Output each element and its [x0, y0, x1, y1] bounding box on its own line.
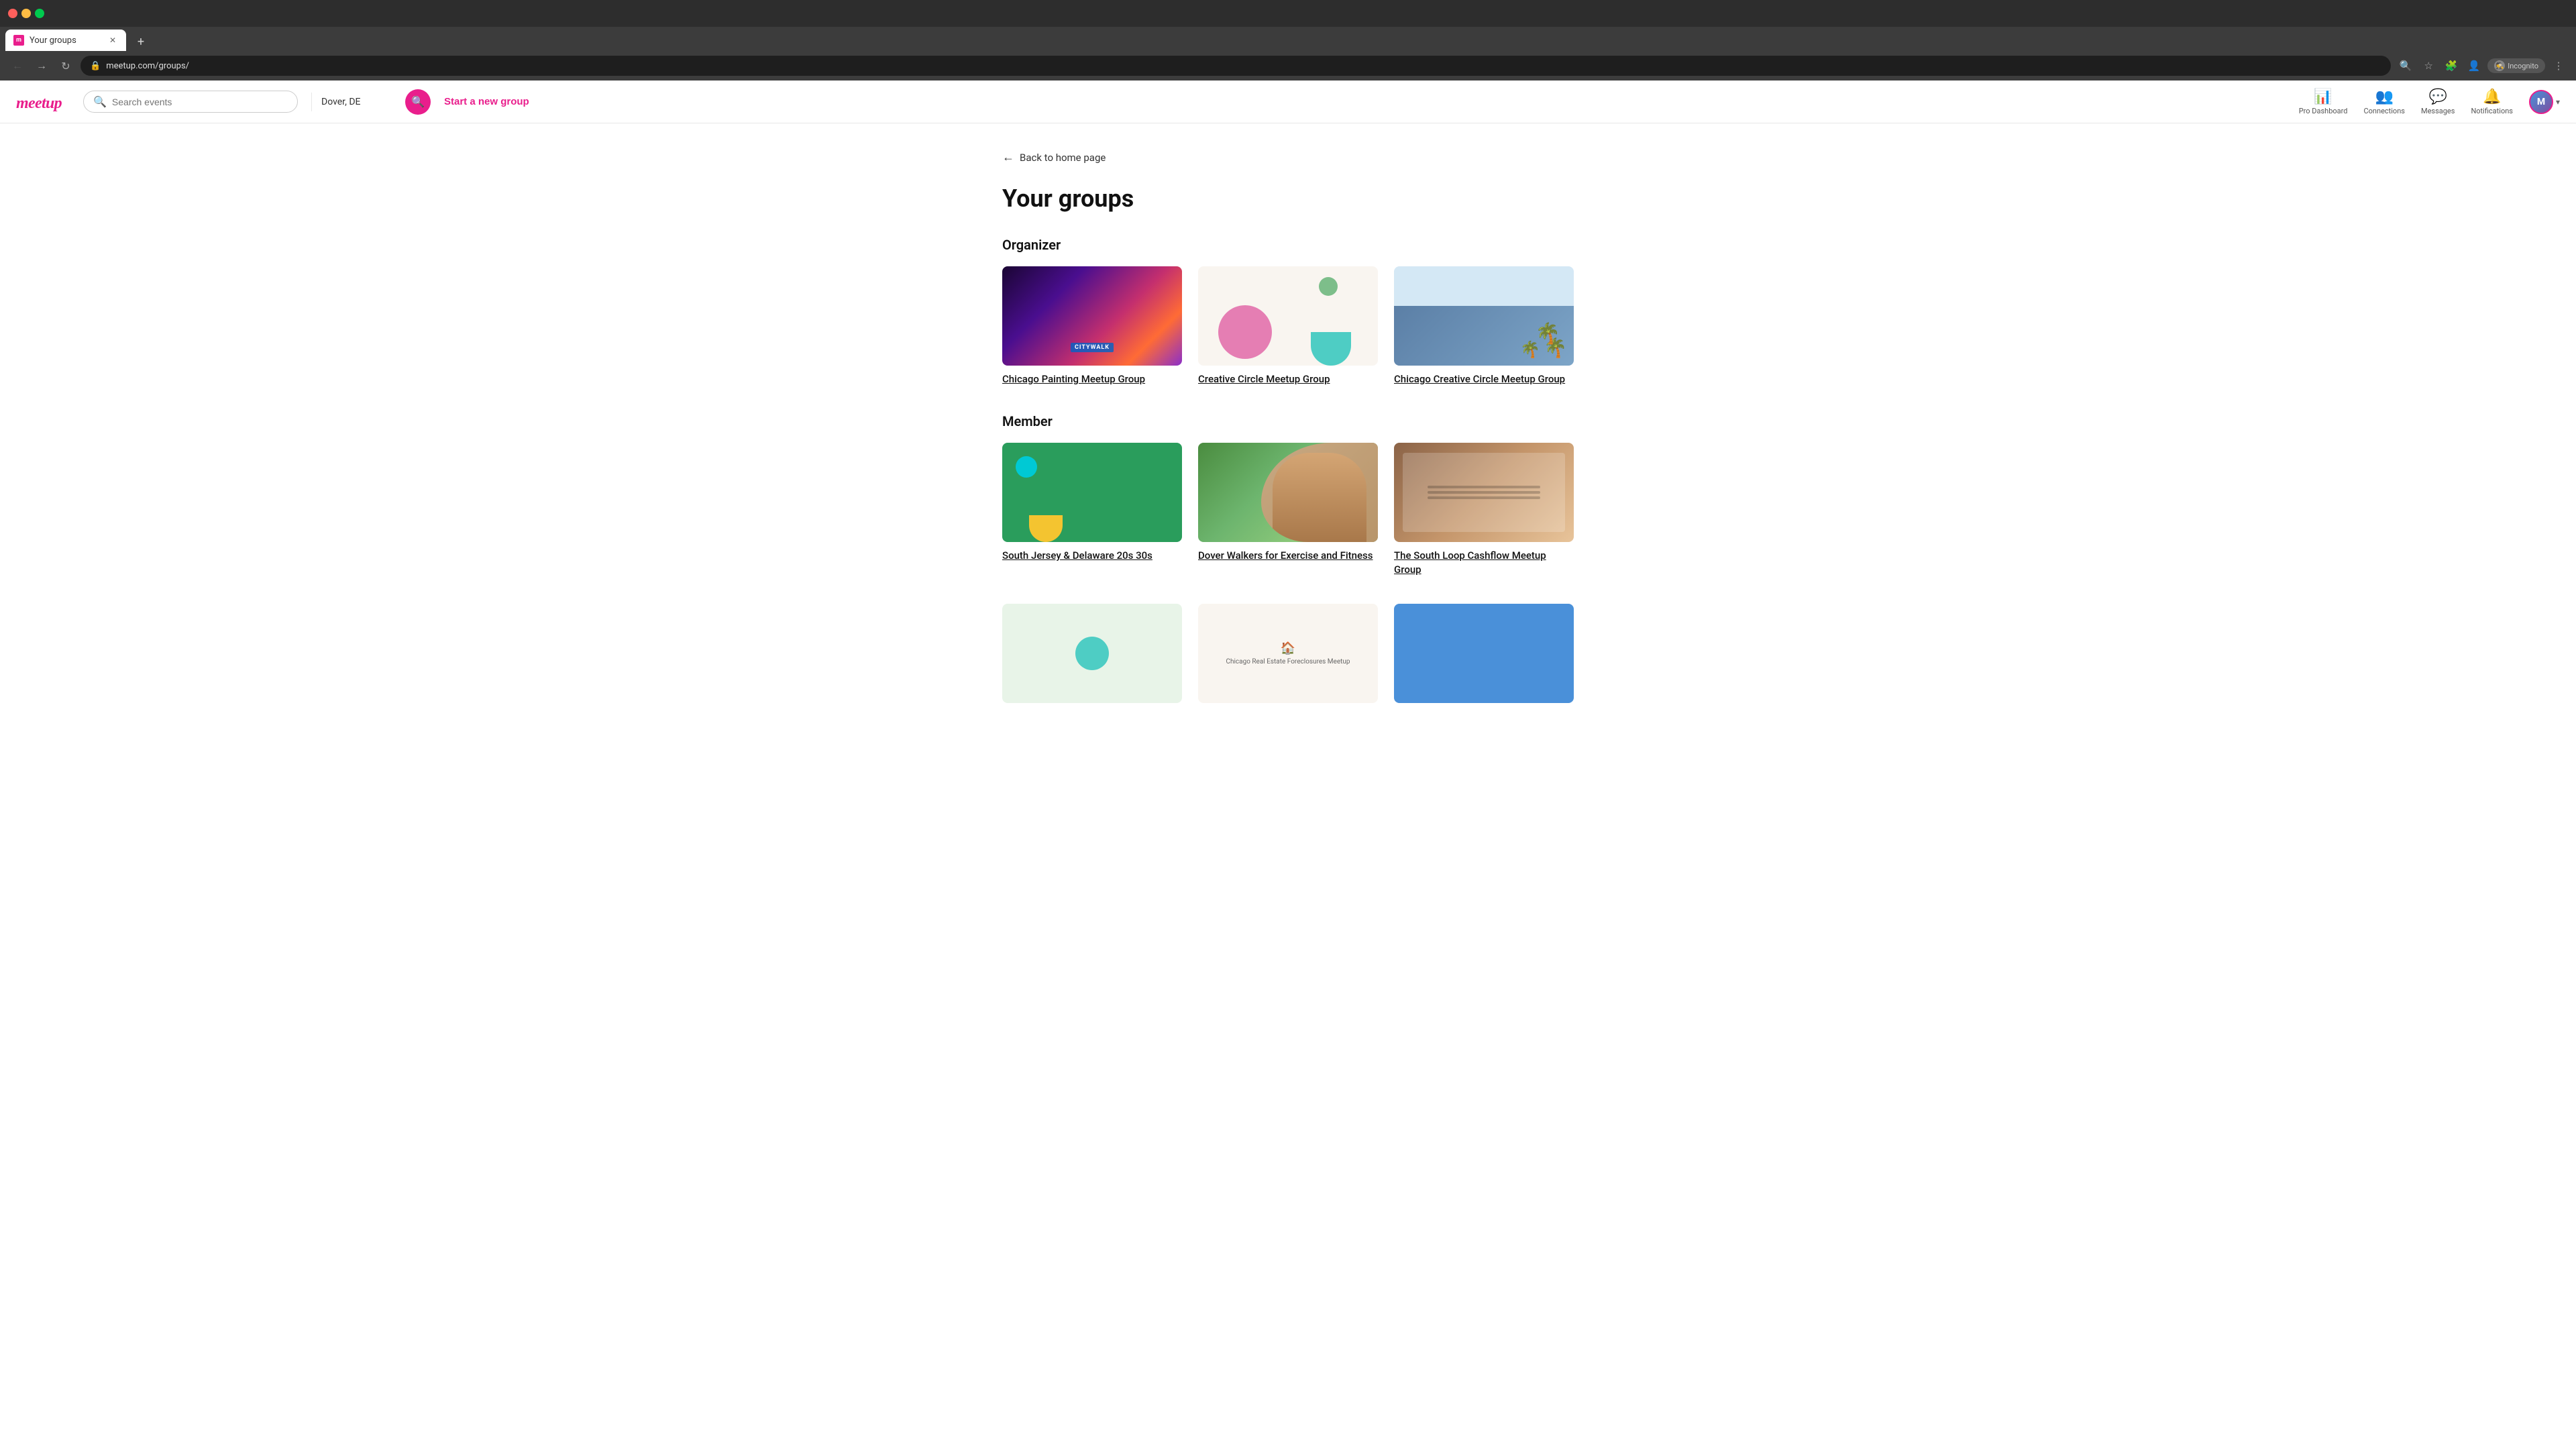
notifications-nav[interactable]: 🔔 Notifications — [2471, 89, 2513, 115]
search-input[interactable] — [112, 97, 288, 107]
active-tab[interactable]: m Your groups ✕ — [5, 30, 126, 51]
bottom-2-label: Chicago Real Estate Foreclosures Meetup — [1226, 658, 1350, 665]
messages-label: Messages — [2421, 107, 2455, 115]
url-display: meetup.com/groups/ — [106, 61, 189, 71]
tab-close-btn[interactable]: ✕ — [107, 35, 118, 46]
circle-teal-shape — [1311, 332, 1351, 366]
svg-text:meetup: meetup — [16, 95, 62, 112]
avatar-chevron-icon: ▾ — [2556, 97, 2560, 107]
group-image-bottom-3 — [1394, 604, 1574, 703]
shape-yellow — [1029, 515, 1063, 542]
group-image-chicago-creative: 🌴 🌴 — [1394, 266, 1574, 366]
group-image-chicago-painting — [1002, 266, 1182, 366]
notifications-label: Notifications — [2471, 107, 2513, 115]
group-card-chicago-painting[interactable]: Chicago Painting Meetup Group — [1002, 266, 1182, 386]
circle-pink-shape — [1218, 305, 1272, 359]
group-image-bottom-2: 🏠 Chicago Real Estate Foreclosures Meetu… — [1198, 604, 1378, 703]
tab-bar: m Your groups ✕ + — [0, 27, 2576, 51]
connections-nav[interactable]: 👥 Connections — [2363, 89, 2404, 115]
user-avatar: M — [2529, 90, 2553, 114]
address-bar[interactable]: 🔒 meetup.com/groups/ — [80, 56, 2391, 76]
back-to-home-link[interactable]: ← Back to home page — [1002, 150, 1106, 164]
search-bar[interactable]: 🔍 — [83, 91, 298, 113]
group-card-creative-circle[interactable]: Creative Circle Meetup Group — [1198, 266, 1378, 386]
group-card-chicago-creative-circle[interactable]: 🌴 🌴 Chicago Creative Circle Meetup Group — [1394, 266, 1574, 386]
location-bar[interactable]: Dover, DE — [311, 93, 392, 111]
connections-label: Connections — [2363, 107, 2404, 115]
new-tab-btn[interactable]: + — [131, 32, 150, 51]
group-card-bottom-1[interactable] — [1002, 604, 1182, 710]
organizer-section-title: Organizer — [1002, 237, 1574, 253]
group-card-south-jersey[interactable]: South Jersey & Delaware 20s 30s — [1002, 443, 1182, 577]
messages-icon: 💬 — [2429, 89, 2447, 105]
start-new-group-button[interactable]: Start a new group — [444, 96, 529, 107]
group-title-dover-walkers: Dover Walkers for Exercise and Fitness — [1198, 549, 1378, 563]
group-card-dover-walkers[interactable]: Dover Walkers for Exercise and Fitness — [1198, 443, 1378, 577]
page-title: Your groups — [1002, 184, 1574, 213]
search-button[interactable]: 🔍 — [405, 89, 431, 115]
organizer-groups-grid: Chicago Painting Meetup Group Creative C… — [1002, 266, 1574, 386]
group-card-bottom-3[interactable] — [1394, 604, 1574, 710]
main-content: ← Back to home page Your groups Organize… — [986, 123, 1590, 763]
connections-icon: 👥 — [2375, 89, 2394, 105]
meetup-logo[interactable]: meetup — [16, 90, 70, 113]
incognito-icon: 🕵 — [2494, 60, 2505, 71]
back-link-label: Back to home page — [1020, 152, 1106, 164]
window-controls — [8, 9, 44, 18]
menu-btn[interactable]: ⋮ — [2549, 56, 2568, 75]
back-arrow-icon: ← — [1002, 150, 1014, 164]
incognito-label: Incognito — [2508, 62, 2538, 70]
header-nav: 📊 Pro Dashboard 👥 Connections 💬 Messages… — [2299, 89, 2560, 115]
titlebar — [0, 0, 2576, 27]
notifications-icon: 🔔 — [2483, 89, 2501, 105]
close-btn[interactable] — [8, 9, 17, 18]
group-title-south-loop: The South Loop Cashflow Meetup Group — [1394, 549, 1574, 577]
group-card-bottom-2[interactable]: 🏠 Chicago Real Estate Foreclosures Meetu… — [1198, 604, 1378, 710]
group-card-south-loop[interactable]: The South Loop Cashflow Meetup Group — [1394, 443, 1574, 577]
group-image-bottom-1 — [1002, 604, 1182, 703]
search-btn-icon: 🔍 — [411, 95, 425, 109]
start-group-label: Start a new group — [444, 96, 529, 107]
tab-title: Your groups — [30, 36, 76, 46]
site-header: meetup 🔍 Dover, DE 🔍 Start a new group 📊… — [0, 80, 2576, 123]
search-action-btn[interactable]: 🔍 — [2396, 56, 2415, 75]
incognito-badge: 🕵 Incognito — [2487, 58, 2545, 73]
group-title-south-jersey: South Jersey & Delaware 20s 30s — [1002, 549, 1182, 563]
teal-circle-lg — [1075, 637, 1109, 670]
forward-nav-btn[interactable]: → — [32, 56, 51, 75]
pro-dashboard-label: Pro Dashboard — [2299, 107, 2348, 115]
logo-text: meetup — [16, 90, 70, 112]
messages-nav[interactable]: 💬 Messages — [2421, 89, 2455, 115]
group-title-chicago-creative-circle: Chicago Creative Circle Meetup Group — [1394, 372, 1574, 386]
group-image-dover — [1198, 443, 1378, 542]
pro-dashboard-icon: 📊 — [2314, 89, 2332, 105]
minimize-btn[interactable] — [21, 9, 31, 18]
user-avatar-btn[interactable]: M ▾ — [2529, 90, 2560, 114]
member-section: Member South Jersey & Delaware 20s 30s D… — [1002, 413, 1574, 710]
browser-actions: 🔍 ☆ 🧩 👤 🕵 Incognito ⋮ — [2396, 56, 2568, 75]
organizer-section: Organizer Chicago Painting Meetup Group … — [1002, 237, 1574, 386]
reload-btn[interactable]: ↻ — [56, 56, 75, 75]
address-bar-row: ← → ↻ 🔒 meetup.com/groups/ 🔍 ☆ 🧩 👤 🕵 Inc… — [0, 51, 2576, 80]
tab-favicon: m — [13, 35, 24, 46]
pro-dashboard-nav[interactable]: 📊 Pro Dashboard — [2299, 89, 2348, 115]
browser-chrome: m Your groups ✕ + ← → ↻ 🔒 meetup.com/gro… — [0, 0, 2576, 80]
bookmark-btn[interactable]: ☆ — [2419, 56, 2438, 75]
group-title-chicago-painting: Chicago Painting Meetup Group — [1002, 372, 1182, 386]
member-section-title: Member — [1002, 413, 1574, 429]
extensions-btn[interactable]: 🧩 — [2442, 56, 2461, 75]
maximize-btn[interactable] — [35, 9, 44, 18]
member-groups-grid: South Jersey & Delaware 20s 30s Dover Wa… — [1002, 443, 1574, 577]
group-image-south-jersey — [1002, 443, 1182, 542]
circle-cyan-shape — [1016, 456, 1037, 478]
search-icon: 🔍 — [93, 95, 107, 108]
group-title-creative-circle: Creative Circle Meetup Group — [1198, 372, 1378, 386]
back-nav-btn[interactable]: ← — [8, 56, 27, 75]
bottom-groups-grid: 🏠 Chicago Real Estate Foreclosures Meetu… — [1002, 604, 1574, 710]
group-image-south-loop — [1394, 443, 1574, 542]
location-text: Dover, DE — [321, 97, 360, 107]
group-image-creative-circle — [1198, 266, 1378, 366]
circle-green-shape — [1319, 277, 1338, 296]
profile-btn[interactable]: 👤 — [2465, 56, 2483, 75]
